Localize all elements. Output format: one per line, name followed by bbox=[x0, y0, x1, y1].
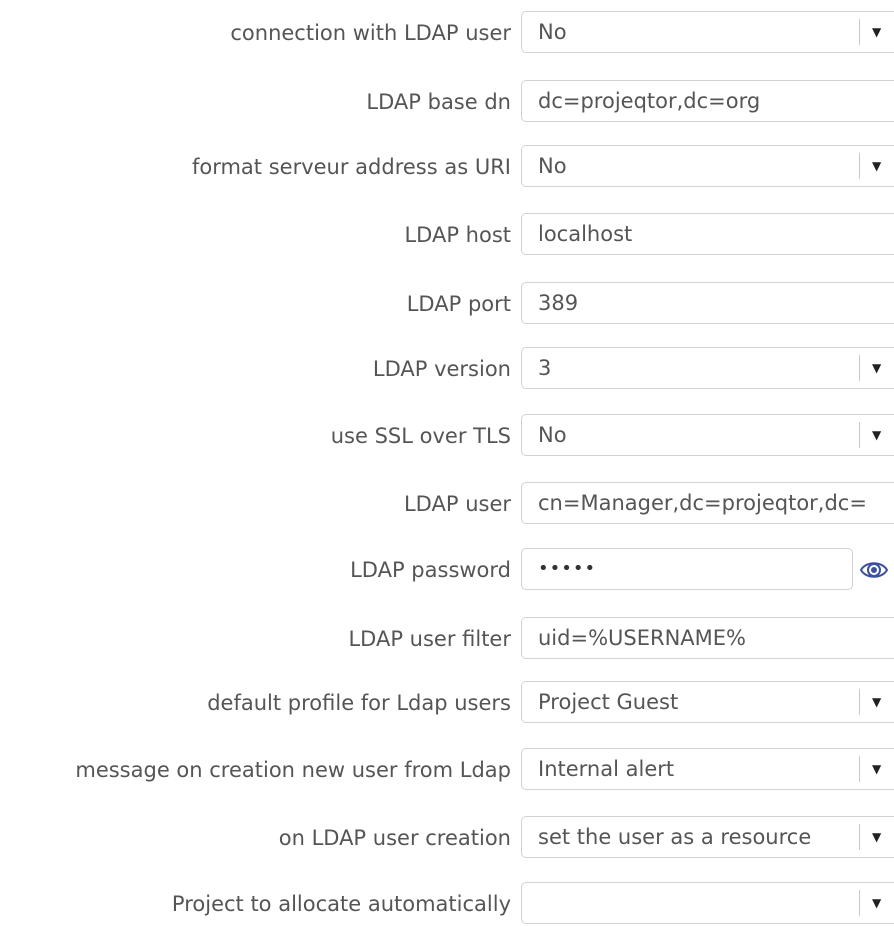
on-user-creation-value: set the user as a resource bbox=[538, 825, 812, 849]
ldap-base-dn-label: LDAP base dn bbox=[366, 90, 511, 114]
message-on-creation-label: message on creation new user from Ldap bbox=[75, 758, 511, 782]
row-ldap-version: LDAP version 3 ▼ bbox=[0, 347, 894, 391]
select-divider bbox=[859, 19, 860, 45]
ldap-base-dn-input[interactable]: dc=projeqtor,dc=org bbox=[521, 80, 894, 122]
dropdown-arrow-icon[interactable]: ▼ bbox=[872, 348, 892, 388]
ldap-host-value: localhost bbox=[538, 222, 633, 246]
row-message-on-creation: message on creation new user from Ldap I… bbox=[0, 748, 894, 792]
select-divider bbox=[859, 824, 860, 850]
ldap-user-filter-value: uid=%USERNAME% bbox=[538, 626, 747, 650]
dropdown-arrow-icon[interactable]: ▼ bbox=[872, 415, 892, 455]
select-divider bbox=[859, 756, 860, 782]
message-on-creation-select[interactable]: Internal alert ▼ bbox=[521, 748, 894, 790]
select-divider bbox=[859, 890, 860, 916]
row-ldap-host: LDAP host localhost bbox=[0, 213, 894, 257]
use-ssl-over-tls-value: No bbox=[538, 423, 567, 447]
ldap-user-input[interactable]: cn=Manager,dc=projeqtor,dc= bbox=[521, 482, 894, 524]
dropdown-arrow-icon[interactable]: ▼ bbox=[872, 749, 892, 789]
row-project-to-allocate: Project to allocate automatically ▼ bbox=[0, 882, 894, 926]
row-ldap-user-filter: LDAP user filter uid=%USERNAME% bbox=[0, 617, 894, 661]
dropdown-arrow-icon[interactable]: ▼ bbox=[872, 146, 892, 186]
ldap-base-dn-value: dc=projeqtor,dc=org bbox=[538, 89, 761, 113]
project-to-allocate-value bbox=[538, 883, 858, 923]
ldap-user-filter-label: LDAP user filter bbox=[348, 627, 511, 651]
message-on-creation-value: Internal alert bbox=[538, 757, 675, 781]
select-divider bbox=[859, 689, 860, 715]
default-profile-label: default profile for Ldap users bbox=[207, 691, 511, 715]
ldap-user-value: cn=Manager,dc=projeqtor,dc= bbox=[538, 491, 867, 515]
default-profile-value: Project Guest bbox=[538, 690, 679, 714]
on-user-creation-select[interactable]: set the user as a resource ▼ bbox=[521, 816, 894, 858]
use-ssl-over-tls-label: use SSL over TLS bbox=[330, 424, 511, 448]
row-ldap-port: LDAP port 389 bbox=[0, 282, 894, 326]
ldap-user-label: LDAP user bbox=[403, 492, 511, 516]
ldap-port-value: 389 bbox=[538, 291, 579, 315]
ldap-version-select[interactable]: 3 ▼ bbox=[521, 347, 894, 389]
eye-icon[interactable] bbox=[859, 555, 889, 585]
on-user-creation-label: on LDAP user creation bbox=[278, 826, 511, 850]
ldap-user-filter-input[interactable]: uid=%USERNAME% bbox=[521, 617, 894, 659]
project-to-allocate-select[interactable]: ▼ bbox=[521, 882, 894, 924]
select-divider bbox=[859, 153, 860, 179]
connection-with-ldap-user-value: No bbox=[538, 20, 567, 44]
connection-with-ldap-user-select[interactable]: No ▼ bbox=[521, 11, 894, 53]
dropdown-arrow-icon[interactable]: ▼ bbox=[872, 12, 892, 52]
row-ldap-base-dn: LDAP base dn dc=projeqtor,dc=org bbox=[0, 80, 894, 124]
ldap-version-label: LDAP version bbox=[372, 357, 511, 381]
ldap-password-value: ••••• bbox=[538, 558, 597, 579]
format-server-uri-label: format serveur address as URI bbox=[191, 155, 511, 179]
row-on-user-creation: on LDAP user creation set the user as a … bbox=[0, 816, 894, 860]
row-default-profile: default profile for Ldap users Project G… bbox=[0, 681, 894, 725]
ldap-port-label: LDAP port bbox=[406, 292, 511, 316]
ldap-host-label: LDAP host bbox=[404, 223, 511, 247]
dropdown-arrow-icon[interactable]: ▼ bbox=[872, 883, 892, 923]
row-ldap-password: LDAP password ••••• bbox=[0, 548, 894, 592]
row-connection-with-ldap-user: connection with LDAP user No ▼ bbox=[0, 11, 894, 55]
format-server-uri-value: No bbox=[538, 154, 567, 178]
ldap-version-value: 3 bbox=[538, 356, 552, 380]
ldap-password-input[interactable]: ••••• bbox=[521, 548, 853, 590]
project-to-allocate-label: Project to allocate automatically bbox=[171, 892, 511, 916]
use-ssl-over-tls-select[interactable]: No ▼ bbox=[521, 414, 894, 456]
format-server-uri-select[interactable]: No ▼ bbox=[521, 145, 894, 187]
ldap-host-input[interactable]: localhost bbox=[521, 213, 894, 255]
default-profile-select[interactable]: Project Guest ▼ bbox=[521, 681, 894, 723]
select-divider bbox=[859, 422, 860, 448]
select-divider bbox=[859, 355, 860, 381]
row-format-server-uri: format serveur address as URI No ▼ bbox=[0, 145, 894, 189]
dropdown-arrow-icon[interactable]: ▼ bbox=[872, 682, 892, 722]
connection-with-ldap-user-label: connection with LDAP user bbox=[230, 21, 511, 45]
dropdown-arrow-icon[interactable]: ▼ bbox=[872, 817, 892, 857]
row-use-ssl-over-tls: use SSL over TLS No ▼ bbox=[0, 414, 894, 458]
ldap-password-label: LDAP password bbox=[350, 558, 511, 582]
row-ldap-user: LDAP user cn=Manager,dc=projeqtor,dc= bbox=[0, 482, 894, 526]
ldap-port-input[interactable]: 389 bbox=[521, 282, 894, 324]
